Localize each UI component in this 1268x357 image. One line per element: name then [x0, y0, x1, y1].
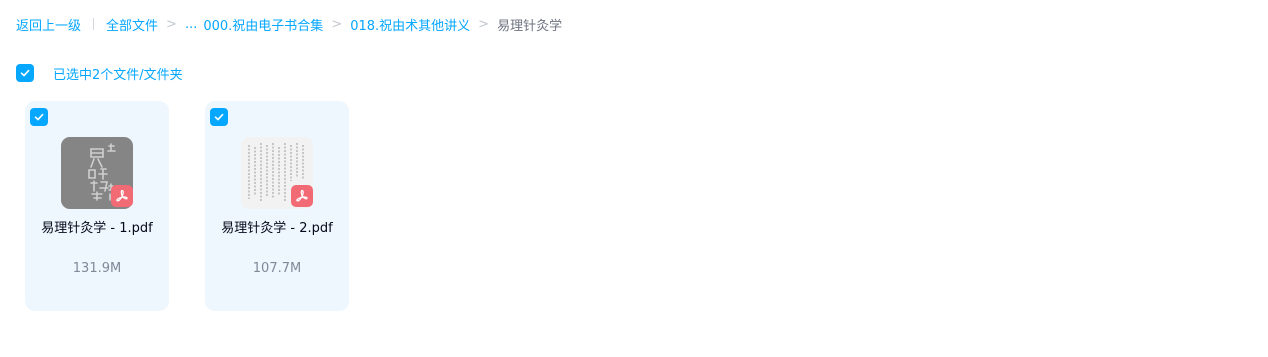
breadcrumb-ellipsis[interactable]: ... — [185, 17, 197, 32]
breadcrumb-current: 易理针灸学 — [497, 18, 563, 34]
file-name[interactable]: 易理针灸学 - 2.pdf — [217, 219, 337, 239]
check-icon — [214, 113, 224, 121]
file-card[interactable]: 易理针灸学 - 2.pdf 107.7M — [205, 101, 349, 311]
breadcrumb-separator: > — [478, 16, 490, 32]
breadcrumb-item-all-files[interactable]: 全部文件 — [106, 15, 158, 34]
breadcrumb: 返回上一级 全部文件 > ... 000.祝由电子书合集 > 018.祝由术其他… — [16, 14, 562, 34]
check-icon — [34, 113, 44, 121]
pdf-icon — [291, 185, 313, 207]
file-card[interactable]: 易理针灸学 - 1.pdf 131.9M — [25, 101, 169, 311]
breadcrumb-item-ebook-collection[interactable]: 000.祝由电子书合集 — [203, 15, 323, 34]
check-icon — [20, 69, 30, 77]
breadcrumb-separator: > — [166, 16, 177, 32]
breadcrumb-item-other-lectures[interactable]: 018.祝由术其他讲义 — [350, 15, 470, 34]
file-checkbox[interactable] — [210, 108, 228, 126]
breadcrumb-separator: > — [331, 16, 343, 32]
file-size: 131.9M — [72, 261, 122, 276]
file-name[interactable]: 易理针灸学 - 1.pdf — [37, 219, 157, 239]
pdf-icon — [111, 185, 133, 207]
file-size: 107.7M — [252, 261, 302, 276]
selection-count-text: 已选中2个文件/文件夹 — [53, 67, 183, 83]
breadcrumb-divider — [93, 18, 95, 30]
selection-bar: 已选中2个文件/文件夹 — [16, 64, 183, 83]
select-all-checkbox[interactable] — [16, 64, 34, 82]
file-checkbox[interactable] — [30, 108, 48, 126]
back-link[interactable]: 返回上一级 — [16, 15, 81, 34]
